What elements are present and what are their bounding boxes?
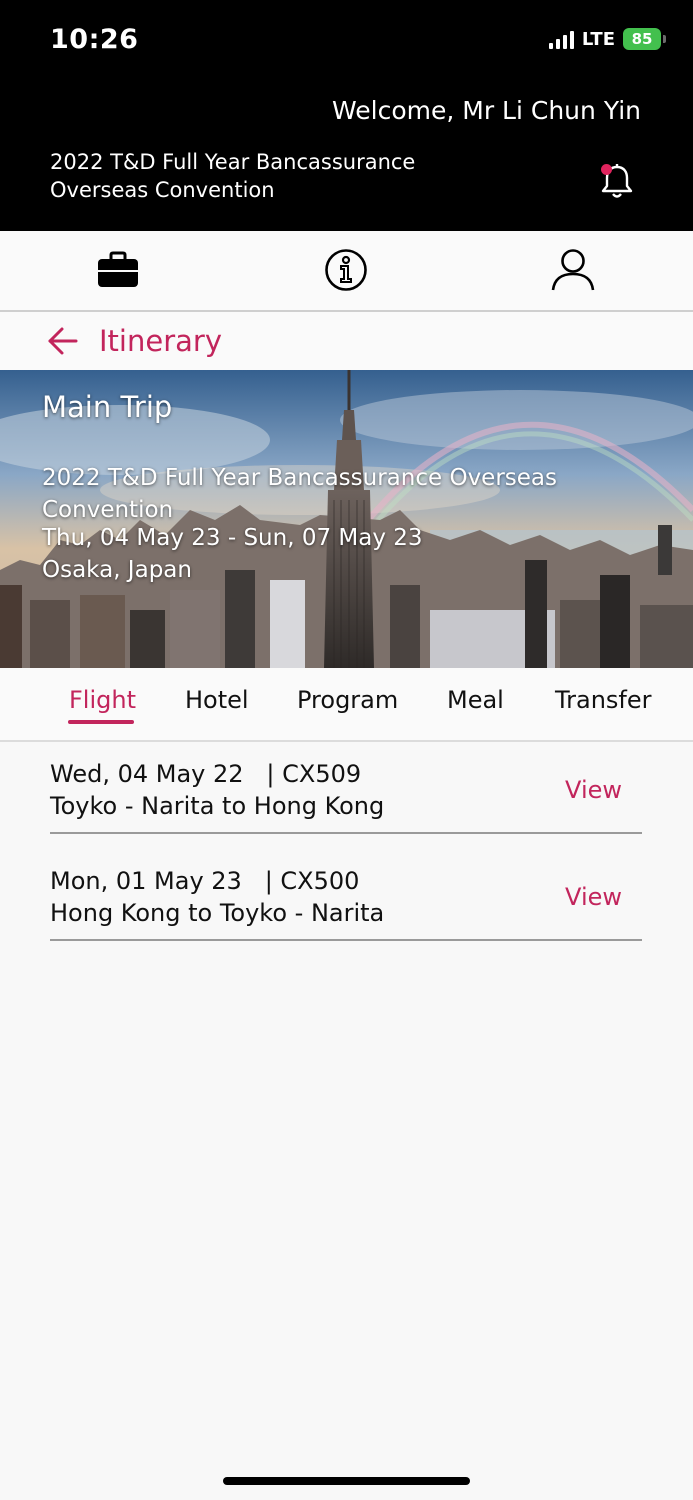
briefcase-icon[interactable] (93, 245, 143, 295)
welcome-text: Welcome, Mr Li Chun Yin (332, 96, 641, 125)
notification-badge (601, 164, 612, 175)
flight-row: Mon, 01 May 23 | CX500 Hong Kong to Toyk… (50, 849, 642, 941)
trip-dates: Thu, 04 May 23 - Sun, 07 May 23 (42, 525, 423, 551)
status-time: 10:26 (50, 24, 139, 55)
trip-event-name-line2: Convention (42, 497, 174, 523)
flight-route: Hong Kong to Toyko - Narita (50, 899, 385, 927)
flight-route: Toyko - Narita to Hong Kong (50, 792, 385, 820)
status-indicators: LTE 85 (548, 28, 666, 50)
flight-number: CX509 (282, 760, 362, 788)
flight-date-number: Wed, 04 May 22 | CX509 (50, 760, 362, 788)
tab-hotel[interactable]: Hotel (185, 686, 249, 714)
trip-event-name: 2022 T&D Full Year Bancassurance Oversea… (42, 462, 602, 526)
flight-row: Wed, 04 May 22 | CX509 Toyko - Narita to… (50, 742, 642, 834)
battery-level: 85 (631, 30, 653, 48)
tab-transfer[interactable]: Transfer (555, 686, 652, 714)
view-flight-link[interactable]: View (565, 883, 622, 911)
tab-program[interactable]: Program (297, 686, 398, 714)
signal-icon (548, 29, 574, 49)
page-title: Itinerary (99, 324, 222, 358)
view-flight-link[interactable]: View (565, 776, 622, 804)
icon-nav (0, 231, 693, 312)
trip-type-label: Main Trip (42, 390, 173, 424)
home-indicator[interactable] (223, 1477, 470, 1485)
active-tab-indicator (68, 720, 134, 724)
trip-event-name-line1: 2022 T&D Full Year Bancassurance Oversea… (42, 465, 557, 491)
network-label: LTE (581, 28, 615, 50)
page-header: Itinerary (0, 312, 693, 370)
trip-banner: Main Trip 2022 T&D Full Year Bancassuran… (0, 370, 693, 668)
flight-date: Wed, 04 May 22 (50, 760, 244, 788)
trip-location: Osaka, Japan (42, 557, 192, 583)
back-arrow-icon[interactable] (47, 326, 79, 356)
app-header: 10:26 LTE 85 Welcome, Mr Li Chun Yin 202… (0, 0, 693, 231)
battery-icon: 85 (623, 28, 666, 50)
info-icon[interactable] (321, 245, 371, 295)
event-title-line2: Overseas Convention (50, 178, 275, 202)
tab-meal[interactable]: Meal (447, 686, 504, 714)
user-icon[interactable] (548, 245, 598, 295)
flight-date: Mon, 01 May 23 (50, 867, 242, 895)
event-title-line1: 2022 T&D Full Year Bancassurance (50, 150, 416, 174)
itinerary-tabs: Flight Hotel Program Meal Transfer (0, 668, 693, 742)
flight-date-number: Mon, 01 May 23 | CX500 (50, 867, 360, 895)
tab-flight[interactable]: Flight (69, 686, 136, 714)
flight-number: CX500 (280, 867, 360, 895)
event-title: 2022 T&D Full Year Bancassurance Oversea… (50, 148, 470, 204)
